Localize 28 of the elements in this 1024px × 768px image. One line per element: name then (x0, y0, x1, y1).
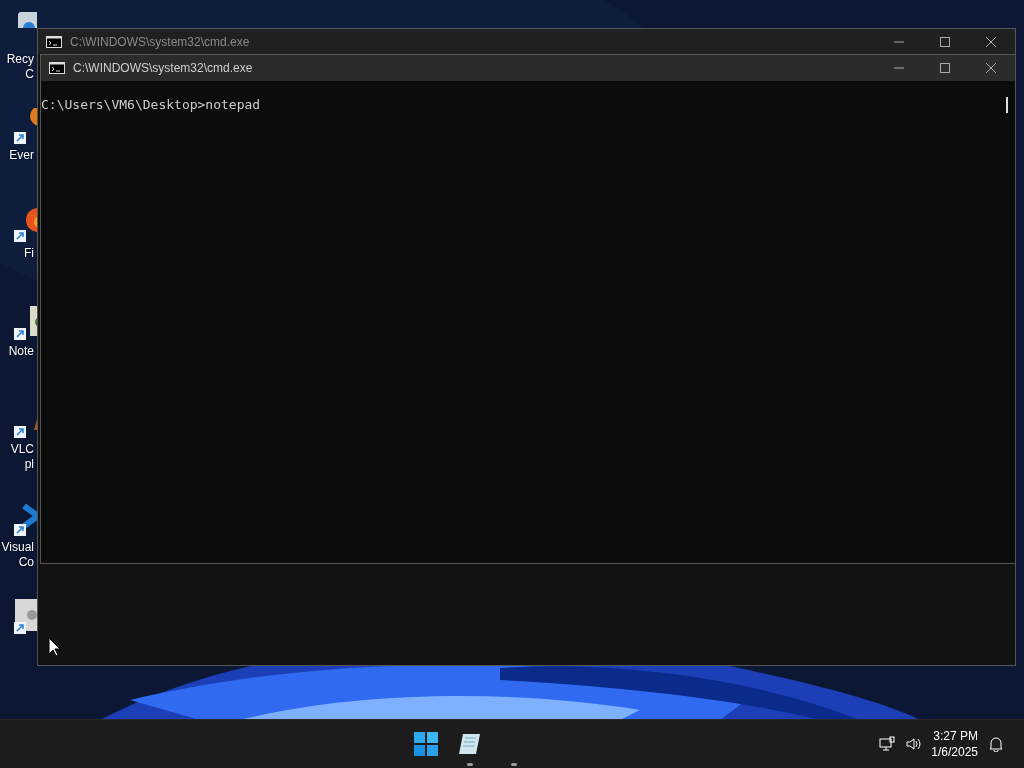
icon-label: VLC pl (10, 442, 34, 472)
icon-label: Ever (9, 148, 34, 163)
icon-label: Visual Co (1, 540, 34, 570)
start-icon[interactable] (413, 732, 438, 756)
window-title: C:\WINDOWS\system32\cmd.exe (70, 35, 251, 49)
window-title: C:\WINDOWS\system32\cmd.exe (73, 61, 254, 75)
icon-label: Fi (24, 246, 34, 261)
running-indicator (466, 763, 473, 766)
console-icon (49, 62, 65, 74)
scrollbar-thumb[interactable] (1006, 97, 1008, 113)
console-line: C:\Users\VM6\Desktop>notepad (41, 97, 261, 112)
close-icon[interactable] (985, 36, 997, 48)
notepad-icon[interactable] (457, 733, 482, 755)
shortcut-icon[interactable] (14, 304, 37, 342)
volume-icon[interactable] (905, 736, 922, 752)
notification-bell-icon[interactable] (988, 736, 1004, 752)
clock-time[interactable]: 3:27 PM (933, 728, 978, 744)
maximize-icon[interactable] (939, 36, 951, 48)
close-icon[interactable] (985, 62, 997, 74)
network-icon[interactable] (879, 736, 896, 752)
mouse-pointer-icon (48, 637, 60, 657)
clock-date[interactable]: 1/6/2025 (931, 744, 978, 760)
icon-label: Note (8, 344, 34, 359)
maximize-icon[interactable] (939, 62, 951, 74)
icon-label: Recy C (6, 52, 34, 82)
running-indicator (510, 763, 517, 766)
console-icon (46, 36, 62, 48)
shortcut-icon[interactable] (14, 598, 37, 636)
